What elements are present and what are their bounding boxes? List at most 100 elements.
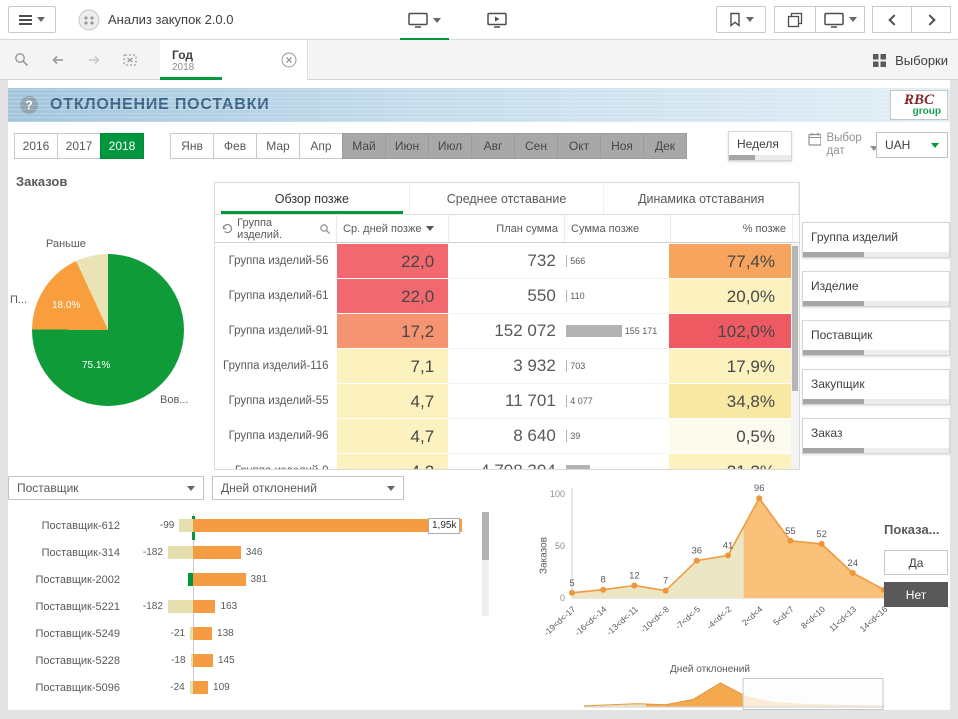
supplier-bar-row[interactable]: Поставщик-314-182346 (8, 539, 478, 566)
step-back-button[interactable] (46, 48, 70, 72)
sheet-navigation-button[interactable] (408, 6, 441, 34)
bookmarks-button[interactable] (716, 6, 766, 33)
clear-selection-icon[interactable] (281, 52, 297, 68)
currency-dropdown[interactable]: UAH (876, 132, 948, 158)
supplier-bar-row[interactable]: Поставщик-5228-18145 (8, 647, 478, 674)
month-button-7[interactable]: Июл (428, 133, 472, 159)
table-row[interactable]: Группа изделий-9117,2152 072155 171102,0… (215, 314, 791, 349)
month-button-3[interactable]: Мар (256, 133, 300, 159)
listbox-scrollbar[interactable] (803, 301, 949, 306)
month-button-5[interactable]: Май (342, 133, 386, 159)
column-header-days-late[interactable]: Ср. дней позже (337, 215, 449, 242)
early-value-label: -99 (160, 520, 174, 531)
month-button-1[interactable]: Янв (170, 133, 214, 159)
month-button-11[interactable]: Ноя (600, 133, 644, 159)
month-button-8[interactable]: Авг (471, 133, 515, 159)
clear-selections-button[interactable] (118, 48, 142, 72)
search-selections-icon (13, 51, 31, 69)
supplier-bar-row[interactable]: Поставщик-612-991,95k (8, 512, 478, 539)
measure-dimension-select[interactable]: Дней отклонений (212, 476, 404, 500)
listbox-scrollbar[interactable] (803, 350, 949, 355)
svg-text:-4<d<-2: -4<d<-2 (705, 604, 734, 632)
table-scrollbar[interactable] (791, 244, 799, 469)
bar-chart-scrollbar[interactable] (482, 512, 489, 616)
supplier-label: Поставщик-5249 (8, 628, 120, 640)
svg-text:11<d<13: 11<d<13 (827, 604, 858, 634)
column-header-pct-late[interactable]: % позже (671, 215, 793, 242)
year-button-2018[interactable]: 2018 (100, 133, 144, 159)
supplier-bar-row[interactable]: Поставщик-5249-21138 (8, 620, 478, 647)
late-bar (193, 573, 246, 586)
supplier-label: Поставщик-5221 (8, 601, 120, 613)
tab-average-lag[interactable]: Среднее отставание (410, 183, 605, 214)
table-row[interactable]: Группа изделий-94,24 708 30421,2% (215, 454, 791, 469)
late-sum-bar (566, 255, 568, 267)
supplier-bar-row[interactable]: Поставщик-2002381 (8, 566, 478, 593)
deviation-chart-svg[interactable]: 0501005-19<d<-178-16<d<-1412-13<d<-117-1… (526, 478, 894, 668)
filter-listbox-product[interactable]: Изделие (802, 271, 950, 307)
listbox-scrollbar[interactable] (803, 252, 949, 257)
listbox-scrollbar[interactable] (803, 399, 949, 404)
svg-text:-7<d<-5: -7<d<-5 (673, 604, 702, 632)
chevron-down-icon (37, 17, 45, 22)
range-slider-chart[interactable] (584, 678, 884, 710)
next-sheet-button[interactable] (911, 6, 951, 33)
selections-search-button[interactable] (10, 48, 34, 72)
product-group-cell: Группа изделий-56 (215, 244, 337, 279)
filter-listbox-purchaser[interactable]: Закупщик (802, 369, 950, 405)
early-bar (168, 600, 193, 613)
supplier-label: Поставщик-612 (8, 520, 120, 532)
filter-listbox-order[interactable]: Заказ (802, 418, 950, 454)
listbox-scrollbar[interactable] (803, 448, 949, 453)
selection-chip-year[interactable]: Год 2018 (160, 40, 308, 80)
table-row[interactable]: Группа изделий-5622,073256677,4% (215, 244, 791, 279)
show-no-button[interactable]: Нет (884, 582, 948, 607)
column-header-group[interactable]: Группа изделий. (215, 215, 337, 242)
supplier-dimension-select[interactable]: Поставщик (8, 476, 204, 500)
chevron-down-icon (387, 486, 395, 491)
tab-late-overview[interactable]: Обзор позже (215, 183, 410, 214)
duplicate-sheet-button[interactable] (774, 6, 816, 33)
year-button-2017[interactable]: 2017 (57, 133, 101, 159)
tab-lag-dynamics[interactable]: Динамика отставания (604, 183, 799, 214)
week-filter-label: Неделя (729, 132, 791, 151)
month-button-12[interactable]: Дек (643, 133, 687, 159)
month-button-2[interactable]: Фев (213, 133, 257, 159)
step-forward-button[interactable] (82, 48, 106, 72)
filter-listbox-supplier[interactable]: Поставщик (802, 320, 950, 356)
pie-value-ontime: 75.1% (82, 360, 110, 371)
help-icon[interactable] (20, 96, 38, 114)
supplier-bar-row[interactable]: Поставщик-5221-182163 (8, 593, 478, 620)
table-row[interactable]: Группа изделий-1167,13 93270317,9% (215, 349, 791, 384)
selections-tool-button[interactable]: Выборки (872, 40, 948, 80)
table-row[interactable]: Группа изделий-964,78 640390,5% (215, 419, 791, 454)
table-row[interactable]: Группа изделий-554,711 7014 07734,8% (215, 384, 791, 419)
column-header-plan-sum[interactable]: План сумма (449, 215, 565, 242)
late-sum-bar (566, 395, 568, 407)
late-sum-value: 703 (570, 361, 585, 371)
avg-days-late-cell: 4,2 (337, 454, 449, 469)
sheets-list-button[interactable] (815, 6, 865, 33)
listbox-scrollbar[interactable] (729, 155, 791, 160)
date-picker-button[interactable]: Выбор дат (808, 132, 878, 158)
month-button-10[interactable]: Окт (557, 133, 601, 159)
svg-text:-16<d<-14: -16<d<-14 (573, 604, 609, 638)
week-filter-listbox[interactable]: Неделя (728, 131, 792, 161)
storytelling-button[interactable] (487, 6, 507, 34)
prev-sheet-button[interactable] (872, 6, 912, 33)
year-button-2016[interactable]: 2016 (14, 133, 58, 159)
rbc-group-logo: RBC group (890, 90, 948, 120)
filter-listbox-product-group[interactable]: Группа изделий (802, 222, 950, 258)
svg-text:14<d<16: 14<d<16 (858, 604, 890, 634)
table-row[interactable]: Группа изделий-6122,055011020,0% (215, 279, 791, 314)
chevron-left-icon (888, 14, 899, 25)
main-menu-button[interactable] (8, 6, 56, 33)
orders-pie[interactable] (32, 254, 184, 406)
month-button-9[interactable]: Сен (514, 133, 558, 159)
month-button-4[interactable]: Апр (299, 133, 343, 159)
column-header-late-sum[interactable]: Сумма позже (565, 215, 671, 242)
month-button-6[interactable]: Июн (385, 133, 429, 159)
supplier-bar-row[interactable]: Поставщик-5096-24109 (8, 674, 478, 701)
show-yes-button[interactable]: Да (884, 550, 948, 575)
range-slider-svg[interactable] (584, 678, 884, 710)
